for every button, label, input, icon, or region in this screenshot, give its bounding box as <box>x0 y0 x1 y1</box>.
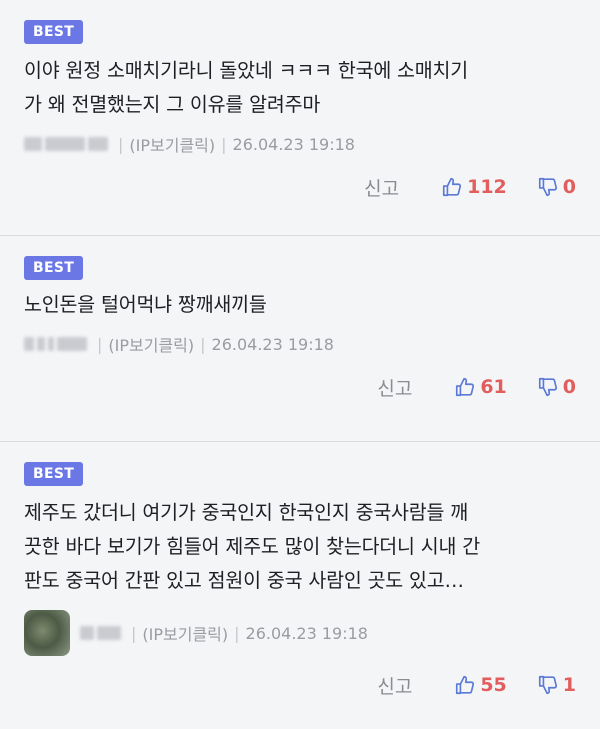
nickname-blurred[interactable] <box>24 137 108 151</box>
meta-separator: | <box>131 623 137 643</box>
comment-text: 노인돈을 털어먹냐 짱깨새끼들 <box>24 293 267 316</box>
comment-item: BEST 이야 원정 소매치기라니 돌았네 ㅋㅋㅋ 한국에 소매치기 가 왜 전… <box>0 0 600 236</box>
comment-item: BEST 제주도 갔더니 여기가 중국인지 한국인지 중국사람들 깨 끗한 바다… <box>0 442 600 729</box>
nickname-blurred[interactable] <box>80 626 121 640</box>
like-button[interactable]: 61 <box>454 376 507 398</box>
best-badge: BEST <box>24 256 84 280</box>
thumbs-down-icon <box>538 177 557 197</box>
dislike-count: 0 <box>562 176 576 198</box>
thumbs-up-icon <box>456 377 475 397</box>
meta-separator: | <box>200 334 206 354</box>
dislike-button[interactable]: 0 <box>537 176 576 198</box>
report-button[interactable]: 신고 <box>377 672 412 699</box>
comment-meta: | (IP보기클릭) | 26.04.23 19:18 <box>24 610 576 656</box>
comment-datetime: 26.04.23 19:18 <box>211 334 334 354</box>
comment-meta: | (IP보기클릭) | 26.04.23 19:18 <box>24 332 576 356</box>
thumbs-down-icon <box>538 675 557 695</box>
comment-actions: 신고 112 0 <box>24 172 576 202</box>
meta-separator: | <box>234 623 240 643</box>
nickname-blurred[interactable] <box>24 337 87 351</box>
comment-actions: 신고 55 1 <box>24 670 576 700</box>
best-badge: BEST <box>24 20 84 44</box>
avatar[interactable] <box>24 610 70 656</box>
comment-datetime: 26.04.23 19:18 <box>232 134 355 154</box>
comment-text: 이야 원정 소매치기라니 돌았네 ㅋㅋㅋ 한국에 소매치기 가 왜 전멸했는지 … <box>24 59 469 116</box>
comment-meta: | (IP보기클릭) | 26.04.23 19:18 <box>24 132 576 156</box>
comment-item: BEST 노인돈을 털어먹냐 짱깨새끼들 | (IP보기클릭) | 26.04.… <box>0 236 600 442</box>
report-button[interactable]: 신고 <box>377 374 412 401</box>
ip-view-link[interactable]: (IP보기클릭) <box>108 332 194 356</box>
like-button[interactable]: 112 <box>441 176 507 198</box>
dislike-button[interactable]: 0 <box>537 376 576 398</box>
like-count: 112 <box>467 176 507 198</box>
dislike-button[interactable]: 1 <box>537 674 576 696</box>
comment-datetime: 26.04.23 19:18 <box>245 623 368 643</box>
ip-view-link[interactable]: (IP보기클릭) <box>142 621 228 645</box>
thumbs-down-icon <box>538 377 557 397</box>
like-count: 55 <box>480 674 507 696</box>
thumbs-up-icon <box>443 177 462 197</box>
best-badge: BEST <box>24 462 84 486</box>
like-button[interactable]: 55 <box>454 674 507 696</box>
like-count: 61 <box>480 376 507 398</box>
meta-separator: | <box>221 134 227 154</box>
ip-view-link[interactable]: (IP보기클릭) <box>129 132 215 156</box>
dislike-count: 0 <box>562 376 576 398</box>
meta-separator: | <box>118 134 124 154</box>
report-button[interactable]: 신고 <box>364 174 399 201</box>
dislike-count: 1 <box>562 674 576 696</box>
thumbs-up-icon <box>456 675 475 695</box>
comment-text: 제주도 갔더니 여기가 중국인지 한국인지 중국사람들 깨 끗한 바다 보기가 … <box>24 501 481 592</box>
meta-separator: | <box>97 334 103 354</box>
comment-actions: 신고 61 0 <box>24 372 576 402</box>
